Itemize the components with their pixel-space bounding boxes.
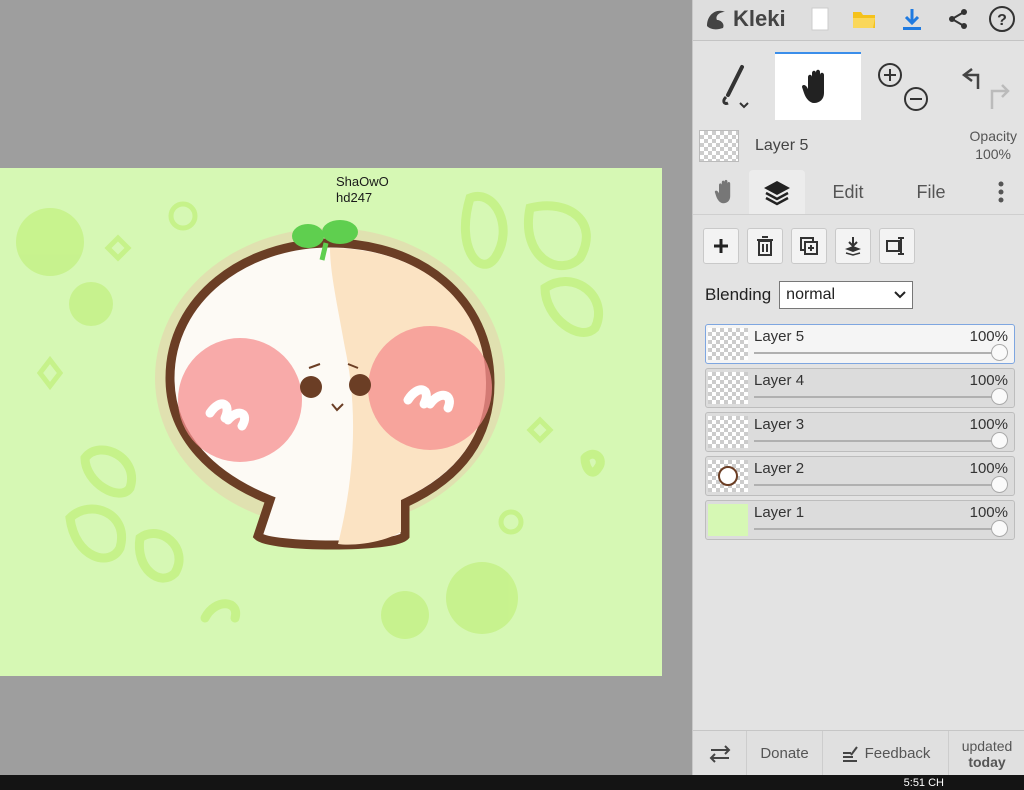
zoom-controls	[869, 52, 939, 120]
layers-icon	[764, 181, 790, 206]
layer-thumbnail	[708, 504, 748, 536]
rename-icon	[886, 237, 904, 255]
canvas-area[interactable]: ShaOwO hd247	[0, 0, 692, 775]
updated-line-2: today	[968, 753, 1006, 770]
layer-actions	[703, 228, 915, 264]
zoom-in-icon[interactable]	[878, 63, 902, 87]
add-layer-button[interactable]	[703, 228, 739, 264]
tool-row	[693, 52, 1024, 120]
hand-tool-button[interactable]	[775, 52, 861, 120]
app-logo[interactable]: Kleki	[703, 5, 786, 33]
plus-icon	[714, 239, 728, 253]
rename-layer-button[interactable]	[879, 228, 915, 264]
opacity-value: 100%	[975, 146, 1011, 162]
signature-line-1: ShaOwO	[336, 174, 389, 189]
taskbar: 5:51 CH	[0, 775, 1024, 790]
more-menu-icon[interactable]	[989, 170, 1013, 214]
layer-opacity-slider[interactable]	[754, 440, 996, 442]
updated-line-1: updated	[961, 737, 1013, 754]
layer-opacity-slider[interactable]	[754, 352, 996, 354]
layer-thumbnail	[708, 416, 748, 448]
layer-opacity-slider[interactable]	[754, 396, 996, 398]
layer-opacity-slider[interactable]	[754, 484, 996, 486]
layer-opacity-handle[interactable]	[991, 432, 1008, 449]
blending-select[interactable]: normal	[779, 281, 914, 309]
tab-edit[interactable]: Edit	[813, 170, 883, 214]
merge-down-icon	[845, 237, 861, 256]
layer-opacity: 100%	[969, 328, 1008, 345]
kleki-logo-icon	[707, 10, 725, 30]
open-folder-icon[interactable]	[849, 4, 879, 34]
tab-file[interactable]: File	[899, 170, 963, 214]
svg-text:?: ?	[997, 12, 1007, 29]
layer-opacity-handle[interactable]	[991, 520, 1008, 537]
delete-layer-button[interactable]	[747, 228, 783, 264]
blending-value: normal	[786, 286, 836, 303]
blending-row: Blending normal	[705, 280, 914, 310]
help-icon[interactable]: ?	[987, 4, 1017, 34]
panel-tabs: Edit File	[693, 170, 1024, 215]
current-layer-name: Layer 5	[755, 137, 809, 154]
swap-arrows-icon	[709, 744, 730, 763]
hand-tab-icon	[714, 179, 731, 204]
download-icon[interactable]	[897, 4, 927, 34]
sidebar: Kleki ? Layer 5 Opacity 100% Edit File B…	[692, 0, 1024, 776]
hand-icon	[802, 69, 824, 103]
signature-line-2: hd247	[336, 190, 372, 205]
zoom-out-icon[interactable]	[904, 87, 928, 111]
new-file-icon[interactable]	[805, 4, 835, 34]
trash-icon	[757, 236, 773, 256]
drawing-canvas[interactable]: ShaOwO hd247	[0, 168, 662, 676]
layer-opacity-handle[interactable]	[991, 388, 1008, 405]
updated-info[interactable]: updated today	[949, 731, 1024, 776]
layer-name: Layer 2	[754, 460, 805, 477]
swap-side-button[interactable]	[693, 731, 747, 776]
layer-opacity: 100%	[969, 372, 1008, 389]
current-layer-row: Layer 5 Opacity 100%	[693, 122, 1024, 168]
brush-icon	[722, 65, 749, 109]
duplicate-layer-button[interactable]	[791, 228, 827, 264]
top-toolbar: Kleki ?	[693, 0, 1024, 41]
layer-row-3[interactable]: Layer 3 100%	[705, 412, 1015, 452]
current-layer-thumbnail	[699, 130, 739, 162]
feedback-icon	[842, 745, 858, 762]
bottom-bar: Donate Feedback updated today	[693, 730, 1024, 776]
donate-button[interactable]: Donate	[747, 731, 823, 776]
artwork-image: ShaOwO hd247	[16, 174, 605, 639]
layer-name: Layer 5	[754, 328, 805, 345]
taskbar-clock: 5:51 CH	[903, 777, 944, 789]
history-controls	[947, 52, 1021, 120]
layer-thumbnail	[708, 372, 748, 404]
layer-row-5[interactable]: Layer 5 100%	[705, 324, 1015, 364]
layer-list: Layer 5 100% Layer 4 100% Layer 3 100% L…	[705, 324, 1017, 544]
layer-name: Layer 4	[754, 372, 805, 389]
layer-opacity-slider[interactable]	[754, 528, 996, 530]
duplicate-icon	[800, 237, 818, 255]
opacity-label: Opacity	[969, 128, 1017, 144]
redo-icon[interactable]	[990, 84, 1010, 109]
feedback-label: Feedback	[864, 745, 931, 762]
blending-label: Blending	[705, 285, 772, 304]
layer-name: Layer 1	[754, 504, 805, 521]
layer-row-1[interactable]: Layer 1 100%	[705, 500, 1015, 540]
tab-hand[interactable]	[703, 170, 749, 214]
undo-icon[interactable]	[961, 68, 980, 89]
layer-row-2[interactable]: Layer 2 100%	[705, 456, 1015, 496]
layer-row-4[interactable]: Layer 4 100%	[705, 368, 1015, 408]
app-name: Kleki	[733, 6, 786, 31]
tab-layers[interactable]	[749, 170, 805, 214]
layer-opacity: 100%	[969, 460, 1008, 477]
layer-opacity: 100%	[969, 416, 1008, 433]
layer-thumbnail	[708, 328, 748, 360]
layer-thumbnail	[708, 460, 748, 492]
feedback-button[interactable]: Feedback	[823, 731, 949, 776]
merge-down-button[interactable]	[835, 228, 871, 264]
layer-opacity-handle[interactable]	[991, 476, 1008, 493]
layer-name: Layer 3	[754, 416, 805, 433]
brush-tool-button[interactable]	[693, 52, 775, 120]
layer-opacity-handle[interactable]	[991, 344, 1008, 361]
layer-opacity: 100%	[969, 504, 1008, 521]
share-icon[interactable]	[943, 4, 973, 34]
chevron-down-icon	[894, 291, 906, 299]
